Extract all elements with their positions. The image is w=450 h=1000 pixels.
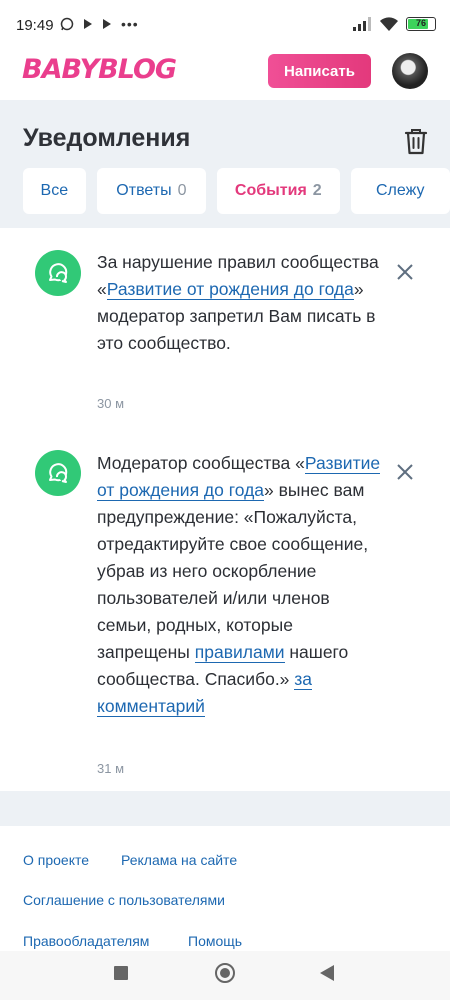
site-logo[interactable]: BABYBLOG — [22, 54, 177, 85]
tab-following[interactable]: Слежу — [350, 168, 450, 214]
status-bar: 19:49 ••• 76 — [0, 0, 450, 48]
status-icons-right: 76 — [352, 16, 436, 32]
tab-count: 2 — [312, 182, 322, 199]
status-icons-left: ••• — [60, 16, 139, 32]
close-icon[interactable] — [395, 262, 415, 282]
tab-label: Ответы — [116, 182, 172, 199]
notification-time: 31 м — [97, 761, 125, 776]
tab-label: Все — [40, 182, 69, 199]
footer-link-rights[interactable]: Правообладателям — [23, 933, 149, 949]
notification-avatar — [35, 450, 81, 496]
play-icon — [84, 19, 92, 29]
wifi-icon — [380, 17, 398, 31]
trash-icon[interactable] — [403, 127, 429, 155]
more-icon: ••• — [121, 16, 139, 32]
notification-tabs: Все Ответы 0 События 2 Слежу — [23, 168, 450, 214]
notification-text: Модератор сообщества «Развитие от рожден… — [97, 453, 381, 717]
battery-icon: 76 — [406, 17, 436, 31]
notifications-header: Уведомления Все Ответы 0 События 2 Слежу — [0, 100, 450, 226]
whatsapp-icon — [60, 17, 74, 31]
site-footer: О проекте Реклама на сайте Соглашение с … — [0, 826, 450, 951]
footer-link-about[interactable]: О проекте — [23, 852, 89, 868]
tab-count: 0 — [177, 182, 187, 199]
back-icon[interactable] — [320, 965, 334, 981]
user-avatar[interactable] — [392, 53, 428, 89]
notification-list: За нарушение правил сообщества «Развитие… — [0, 228, 450, 791]
signal-icon — [353, 17, 371, 31]
play-icon — [103, 19, 111, 29]
recents-icon[interactable] — [114, 966, 128, 980]
community-link[interactable]: Развитие от рождения до года — [106, 279, 354, 300]
footer-link-agreement[interactable]: Соглашение с пользователями — [23, 892, 225, 908]
chat-bubbles-icon — [49, 463, 68, 483]
home-icon[interactable] — [215, 963, 235, 983]
app-header: BABYBLOG Написать — [0, 48, 450, 100]
notification-avatar — [35, 250, 81, 296]
tab-events[interactable]: События 2 — [217, 168, 340, 214]
close-icon[interactable] — [395, 462, 415, 482]
tab-all[interactable]: Все — [23, 168, 86, 214]
tab-replies[interactable]: Ответы 0 — [96, 168, 207, 214]
footer-link-ads[interactable]: Реклама на сайте — [121, 852, 237, 868]
status-time: 19:49 — [16, 17, 54, 34]
notification-time: 30 м — [97, 396, 125, 411]
rules-link[interactable]: правилами — [194, 642, 285, 663]
notification-text: За нарушение правил сообщества «Развитие… — [97, 252, 379, 353]
write-button[interactable]: Написать — [268, 54, 371, 88]
footer-link-help[interactable]: Помощь — [188, 933, 242, 949]
chat-bubbles-icon — [49, 263, 68, 283]
tab-label: События — [234, 182, 307, 199]
page-title: Уведомления — [23, 124, 191, 152]
tab-label: Слежу — [376, 182, 425, 199]
